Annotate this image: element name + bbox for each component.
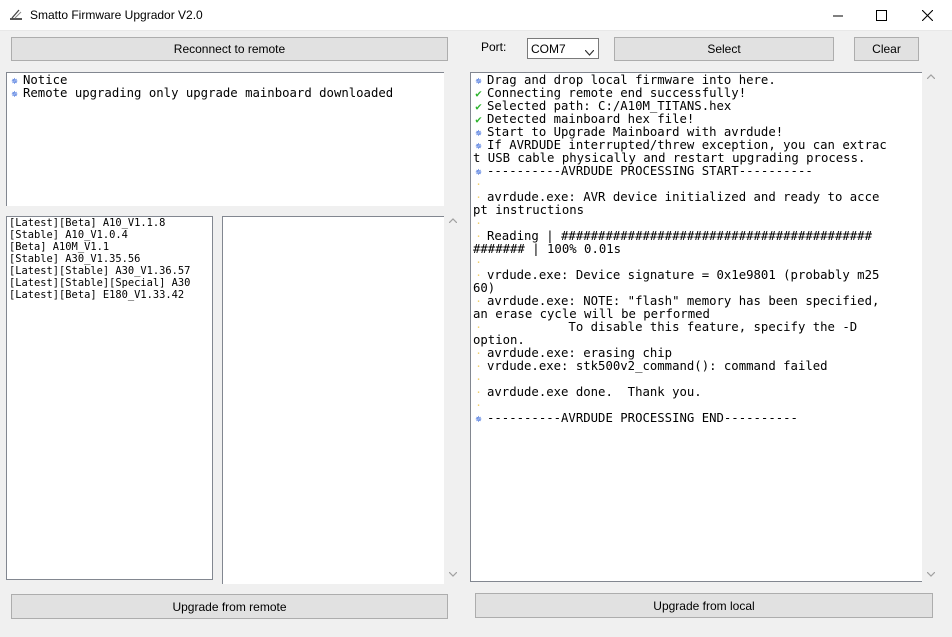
log-text: If AVRDUDE interrupted/threw exception, … (487, 138, 887, 152)
minimize-button[interactable] (815, 0, 861, 31)
checkmark-icon: ✔ (475, 113, 482, 126)
log-text: pt instructions (473, 203, 585, 217)
port-select-value: COM7 (531, 42, 566, 56)
log-line: ✵ ----------AVRDUDE PROCESSING END-------… (471, 412, 922, 425)
checkmark-icon: ✔ (475, 100, 482, 113)
maximize-icon (875, 10, 887, 21)
dot-icon: · (475, 178, 482, 191)
minimize-icon (833, 15, 843, 16)
log-scroll-down-icon[interactable] (922, 566, 939, 583)
clear-button-label: Clear (872, 42, 901, 56)
firmware-list[interactable]: [Latest][Beta] A10_V1.1.8 [Stable] A10_V1… (6, 216, 213, 580)
log-text: Selected path: C:/A10M_TITANS.hex (487, 99, 732, 113)
select-button[interactable]: Select (614, 37, 834, 61)
dot-icon: · (475, 230, 482, 243)
log-line: pt instructions (471, 204, 922, 217)
info-icon: ✵ (475, 139, 482, 152)
left-scroll-down-icon[interactable] (444, 566, 461, 583)
log-line: ✵ ----------AVRDUDE PROCESSING START-----… (471, 165, 922, 178)
dot-icon: · (475, 295, 482, 308)
upgrade-local-button[interactable]: Upgrade from local (475, 593, 933, 618)
clear-button[interactable]: Clear (854, 37, 919, 61)
notice-text: Notice (23, 73, 68, 87)
firmware-list-item[interactable]: [Stable] A30_V1.35.56 (9, 253, 212, 265)
dot-icon: · (475, 386, 482, 399)
port-label: Port: (481, 40, 507, 54)
close-button[interactable] (904, 0, 950, 31)
firmware-list-item[interactable]: [Latest][Stable] A30_V1.36.57 (9, 265, 212, 277)
log-panel[interactable]: ✵ Drag and drop local firmware into here.… (470, 72, 922, 582)
dot-icon: · (475, 373, 482, 386)
firmware-list-item[interactable]: [Latest][Beta] E180_V1.33.42 (9, 289, 212, 301)
log-text: avrdude.exe: AVR device initialized and … (487, 190, 880, 204)
log-text: avrdude.exe: erasing chip (487, 346, 673, 360)
dot-icon: · (475, 217, 482, 230)
maximize-button[interactable] (858, 0, 904, 31)
log-text: 60) (473, 281, 496, 295)
log-line: · To disable this feature, specify the -… (471, 321, 922, 334)
log-text: vrdude.exe: stk500v2_command(): command … (487, 359, 828, 373)
reconnect-button[interactable]: Reconnect to remote (11, 37, 448, 61)
dot-icon: · (475, 347, 482, 360)
dot-icon: · (475, 256, 482, 269)
firmware-list-item[interactable]: [Beta] A10M_V1.1 (9, 241, 212, 253)
checkmark-icon: ✔ (475, 87, 482, 100)
reconnect-button-label: Reconnect to remote (173, 42, 286, 56)
log-scroll-up-icon[interactable] (922, 68, 939, 85)
log-text: Start to Upgrade Mainboard with avrdude! (487, 125, 784, 139)
log-line: ####### | 100% 0.01s (471, 243, 922, 256)
chevron-down-icon (584, 45, 595, 59)
dot-icon: · (475, 399, 482, 412)
upgrade-remote-button-label: Upgrade from remote (172, 599, 287, 614)
log-text: t USB cable physically and restart upgra… (473, 151, 866, 165)
dot-icon: · (475, 321, 482, 334)
log-text: avrdude.exe: NOTE: "flash" memory has be… (487, 294, 880, 308)
log-text: Connecting remote end successfully! (487, 86, 747, 100)
title-bar[interactable]: Smatto Firmware Upgrador V2.0 (0, 0, 952, 31)
window-title: Smatto Firmware Upgrador V2.0 (30, 8, 203, 22)
dot-icon: · (475, 191, 482, 204)
info-icon: ✵ (11, 87, 18, 100)
log-text: Reading | ##############################… (487, 229, 872, 243)
info-icon: ✵ (11, 74, 18, 87)
upgrade-local-button-label: Upgrade from local (653, 598, 755, 613)
log-text: To disable this feature, specify the -D (487, 320, 858, 334)
log-text: avrdude.exe done. Thank you. (487, 385, 702, 399)
app-icon (9, 8, 23, 22)
upgrade-remote-button[interactable]: Upgrade from remote (11, 594, 448, 619)
log-line: · avrdude.exe done. Thank you. (471, 386, 922, 399)
info-icon: ✵ (475, 126, 482, 139)
firmware-list-item[interactable]: [Latest][Beta] A10_V1.1.8 (9, 217, 212, 229)
log-text: an erase cycle will be performed (473, 307, 710, 321)
firmware-list-item[interactable]: [Latest][Stable][Special] A30 (9, 277, 212, 289)
log-text: option. (473, 333, 525, 347)
port-select[interactable]: COM7 (527, 38, 599, 59)
log-text: ----------AVRDUDE PROCESSING END--------… (487, 411, 798, 425)
notice-text: Remote upgrading only upgrade mainboard … (23, 86, 394, 100)
dot-icon: · (475, 360, 482, 373)
log-text: Drag and drop local firmware into here. (487, 73, 776, 87)
info-icon: ✵ (475, 165, 482, 178)
log-line: · vrdude.exe: Device signature = 0x1e9801… (471, 269, 922, 282)
log-text: ----------AVRDUDE PROCESSING START------… (487, 164, 813, 178)
log-text: ####### | 100% 0.01s (473, 242, 622, 256)
firmware-list-item[interactable]: [Stable] A10_V1.0.4 (9, 229, 212, 241)
log-text: Detected mainboard hex file! (487, 112, 695, 126)
info-icon: ✵ (475, 412, 482, 425)
info-icon: ✵ (475, 74, 482, 87)
notice-line: ✵ Remote upgrading only upgrade mainboard… (7, 87, 444, 100)
log-line: · vrdude.exe: stk500v2_command(): command… (471, 360, 922, 373)
left-scroll-up-icon[interactable] (444, 212, 461, 229)
select-button-label: Select (707, 42, 741, 56)
notice-panel[interactable]: ✵ Notice ✵ Remote upgrading only upgrade ma… (6, 72, 444, 206)
details-panel (222, 216, 444, 584)
dot-icon: · (475, 269, 482, 282)
log-text: vrdude.exe: Device signature = 0x1e9801 … (487, 268, 880, 282)
close-icon (921, 10, 933, 21)
